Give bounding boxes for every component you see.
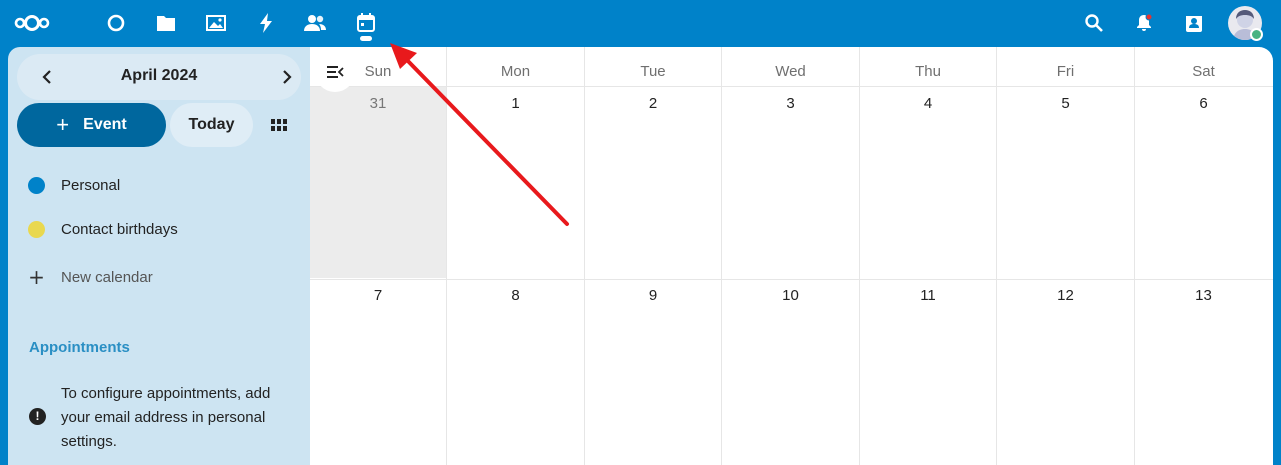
grid-line	[310, 279, 1273, 280]
view-switcher-button[interactable]	[264, 111, 294, 139]
day-number[interactable]: 2	[585, 95, 721, 112]
today-label: Today	[188, 116, 235, 133]
search-icon[interactable]	[1080, 9, 1108, 37]
weekday-header: Mon	[500, 63, 531, 80]
day-number[interactable]: 13	[1135, 287, 1272, 304]
weekday-header: Wed	[775, 63, 806, 80]
app-navigation: April 2024 + Event Today Personal Contac…	[8, 47, 310, 465]
day-number[interactable]: 10	[722, 287, 859, 304]
appointments-heading: Appointments	[29, 339, 130, 356]
previous-month-day-cell[interactable]	[310, 87, 446, 278]
nextcloud-logo-icon[interactable]	[14, 9, 50, 37]
grid-view-icon	[271, 119, 287, 131]
day-number[interactable]: 7	[310, 287, 446, 304]
toggle-navigation-button[interactable]	[315, 52, 355, 92]
day-number[interactable]: 4	[860, 95, 996, 112]
dashboard-icon[interactable]	[102, 9, 130, 37]
weekday-header: Thu	[915, 63, 941, 80]
calendar-label: Contact birthdays	[61, 220, 178, 238]
today-button[interactable]: Today	[170, 103, 253, 147]
new-event-button[interactable]: + Event	[17, 103, 166, 147]
online-status-icon	[1250, 28, 1263, 41]
contacts-icon[interactable]	[301, 9, 329, 37]
photos-icon[interactable]	[202, 9, 230, 37]
new-calendar-button[interactable]: + New calendar	[28, 264, 153, 290]
day-number[interactable]: 11	[860, 287, 996, 304]
plus-icon: +	[56, 112, 70, 137]
day-number[interactable]: 1	[447, 95, 584, 112]
contacts-menu-icon[interactable]	[1180, 9, 1208, 37]
day-number[interactable]: 3	[722, 95, 859, 112]
plus-icon: +	[28, 265, 45, 289]
notifications-icon[interactable]	[1130, 9, 1158, 37]
weekday-header: Fri	[1056, 63, 1075, 80]
active-app-indicator	[360, 36, 372, 41]
day-number[interactable]: 9	[585, 287, 721, 304]
calendar-color-dot[interactable]	[28, 176, 45, 194]
grid-line	[310, 86, 1273, 87]
calendar-item-contact-birthdays[interactable]: Contact birthdays	[28, 216, 178, 242]
day-number[interactable]: 6	[1135, 95, 1272, 112]
day-number[interactable]: 5	[997, 95, 1134, 112]
appointments-note-text: To configure appointments, add your emai…	[61, 385, 271, 450]
files-icon[interactable]	[152, 9, 180, 37]
new-event-label: Event	[83, 116, 127, 133]
calendar-month-view: Sun Mon Tue Wed Thu Fri Sat 31 1 2 3 4 5…	[310, 47, 1273, 465]
calendar-label: Personal	[61, 176, 121, 194]
day-number[interactable]: 8	[447, 287, 584, 304]
top-header	[0, 0, 1281, 47]
activity-icon[interactable]	[252, 9, 280, 37]
calendar-icon[interactable]	[352, 9, 380, 37]
next-month-button[interactable]	[275, 66, 299, 88]
weekday-header: Tue	[640, 63, 666, 80]
weekday-header: Sat	[1192, 63, 1215, 80]
day-number[interactable]: 12	[997, 287, 1134, 304]
new-calendar-label: New calendar	[61, 268, 153, 286]
date-picker-bar: April 2024	[17, 54, 301, 100]
current-month-label[interactable]: April 2024	[17, 67, 301, 85]
calendar-color-dot[interactable]	[28, 220, 45, 238]
calendar-item-personal[interactable]: Personal	[28, 172, 120, 198]
alert-icon: !	[29, 408, 46, 425]
menu-collapse-icon	[327, 66, 344, 78]
day-number[interactable]: 31	[310, 95, 446, 112]
